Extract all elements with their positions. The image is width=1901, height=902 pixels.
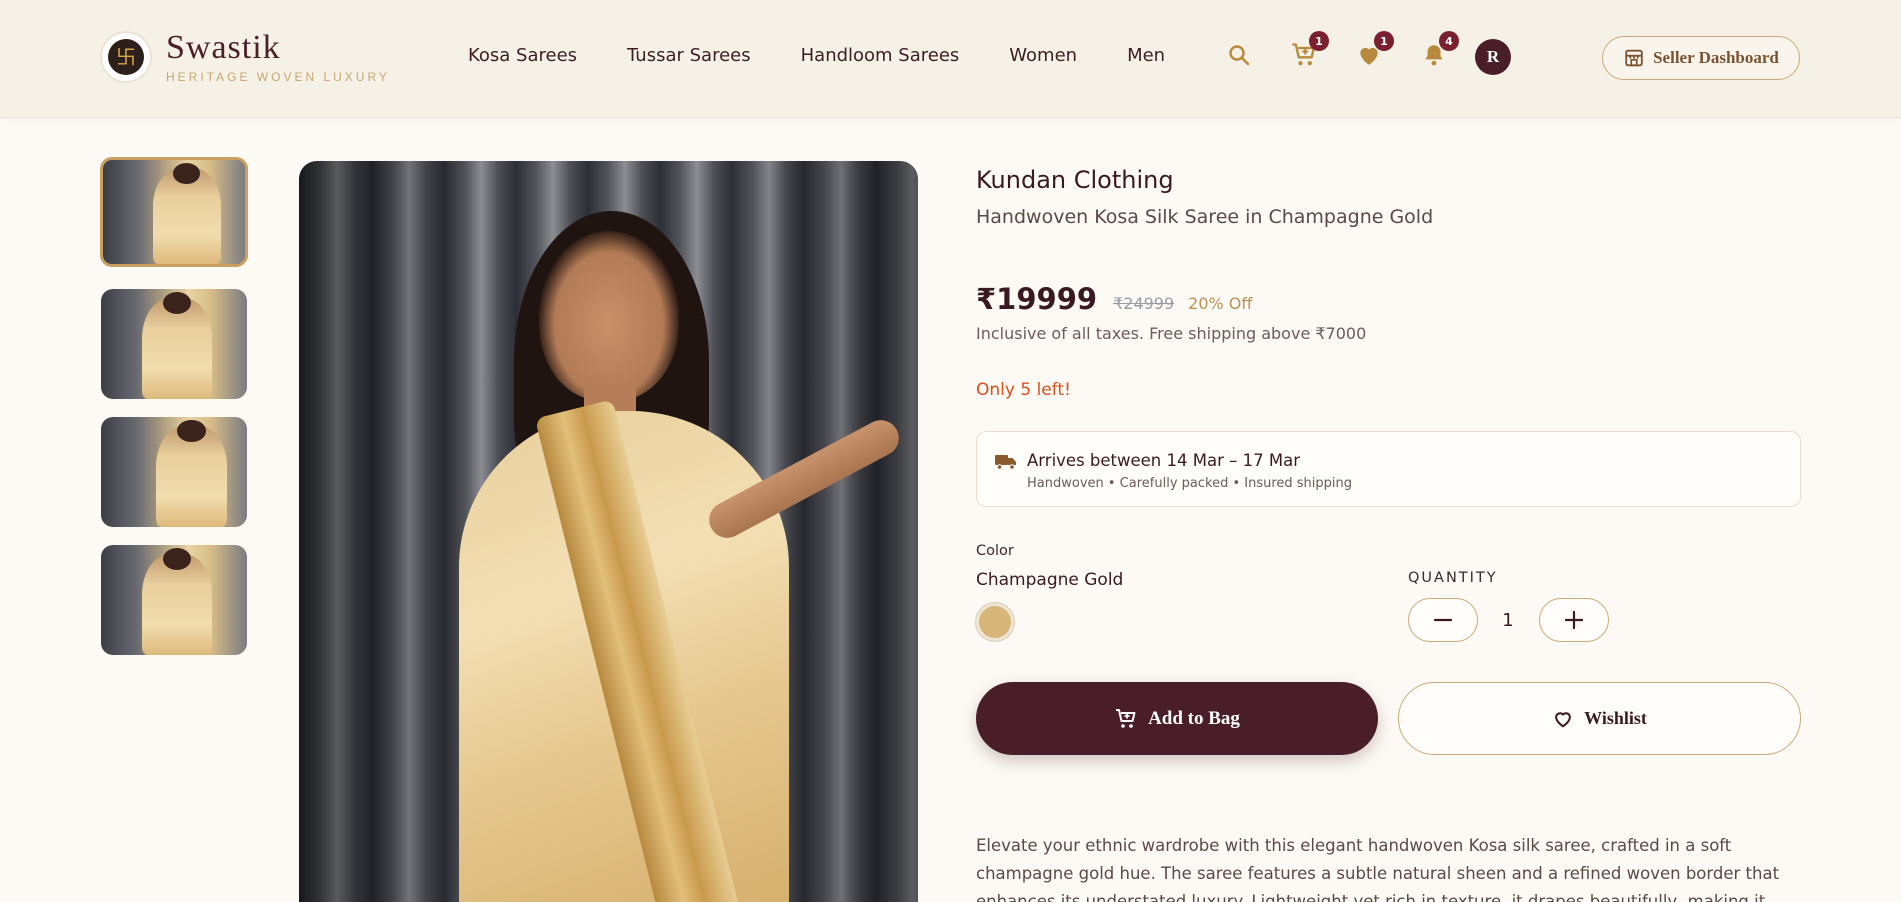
stock-alert: Only 5 left! [976,380,1071,400]
delivery-title: Arrives between 14 Mar – 17 Mar [1027,451,1300,470]
thumbnail-1[interactable] [100,157,248,267]
swastik-icon: 卐 [108,39,144,75]
nav-item-handloom-sarees[interactable]: Handloom Sarees [801,44,960,68]
nav-item-tussar-sarees[interactable]: Tussar Sarees [627,44,751,68]
notifications-count-badge: 4 [1439,31,1459,51]
wishlist-button[interactable]: Wishlist [1398,682,1801,755]
thumbnail-figure [141,547,212,655]
product-brand[interactable]: Kundan Clothing [976,166,1174,194]
user-avatar[interactable]: R [1475,39,1511,75]
product-name: Handwoven Kosa Silk Saree in Champagne G… [976,206,1434,228]
quantity-label: QUANTITY [1408,570,1498,586]
discount-label: 20% Off [1188,294,1253,313]
minus-icon [1433,618,1453,622]
brand-name: Swastik [166,29,281,66]
product-price: ₹19999 [976,282,1098,316]
thumbnail-figure [156,419,227,527]
wishlist-header-button[interactable]: 1 [1352,31,1394,72]
cart-button[interactable]: 1 [1287,31,1329,72]
color-swatch-champagne-gold[interactable] [976,603,1014,641]
notifications-button[interactable]: 4 [1417,31,1459,72]
wishlist-label: Wishlist [1584,708,1647,728]
product-description: Elevate your ethnic wardrobe with this e… [976,836,1780,902]
thumbnail-3[interactable] [101,417,247,527]
cart-icon [1116,708,1136,728]
cart-count-badge: 1 [1309,31,1329,51]
plus-icon [1564,610,1584,630]
logo-badge: 卐 [100,31,152,83]
seller-dashboard-label: Seller Dashboard [1653,48,1779,67]
thumbnail-2[interactable] [101,289,247,399]
thumbnail-figure [141,291,212,399]
quantity-increase-button[interactable] [1539,598,1609,642]
thumbnail-figure [152,162,221,264]
delivery-subtitle: Handwoven • Carefully packed • Insured s… [1027,476,1353,491]
heart-outline-icon [1555,711,1572,727]
thumbnail-4[interactable] [101,545,247,655]
brand-logo[interactable]: 卐 Swastik HERITAGE WOVEN LUXURY [100,30,390,84]
quantity-value: 1 [1502,610,1514,631]
search-icon [1229,45,1250,66]
color-value: Champagne Gold [976,570,1124,590]
site-header: 卐 Swastik HERITAGE WOVEN LUXURY Kosa Sar… [0,0,1901,118]
add-to-bag-button[interactable]: Add to Bag [976,682,1378,755]
price-row: ₹19999 ₹24999 20% Off [976,282,1252,316]
nav-item-women[interactable]: Women [1009,44,1077,68]
delivery-info-box: Arrives between 14 Mar – 17 Mar Handwove… [976,431,1801,507]
nav-item-kosa-sarees[interactable]: Kosa Sarees [468,44,577,68]
main-product-image[interactable] [299,161,918,902]
add-to-bag-label: Add to Bag [1148,707,1240,729]
quantity-decrease-button[interactable] [1408,598,1478,642]
seller-dashboard-button[interactable]: Seller Dashboard [1602,36,1800,80]
logo-text: Swastik HERITAGE WOVEN LUXURY [166,29,390,85]
store-icon [1625,49,1643,67]
model-face [539,231,679,401]
search-button[interactable] [1222,38,1256,72]
nav-item-men[interactable]: Men [1127,44,1165,68]
brand-tagline: HERITAGE WOVEN LUXURY [166,70,390,84]
tax-note: Inclusive of all taxes. Free shipping ab… [976,324,1367,343]
main-nav: Kosa Sarees Tussar Sarees Handloom Saree… [468,44,1215,68]
wishlist-count-badge: 1 [1374,31,1394,51]
truck-icon [995,455,1016,470]
color-label: Color [976,543,1014,559]
product-mrp: ₹24999 [1113,294,1175,313]
